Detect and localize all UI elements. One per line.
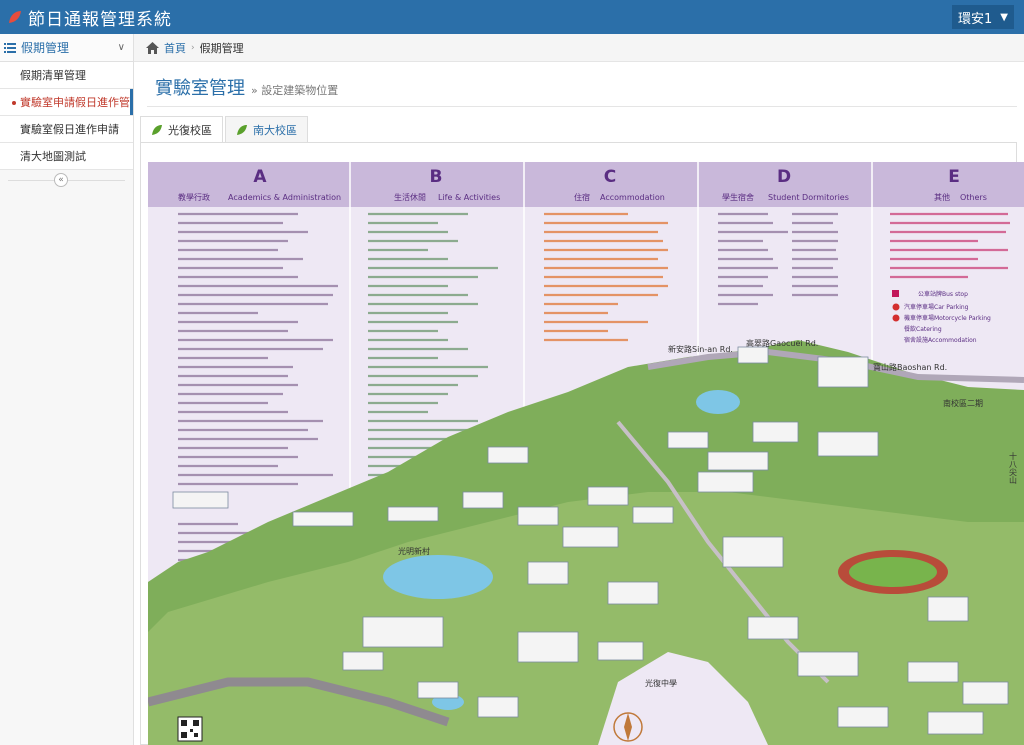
- sidebar-item-label: 清大地圖測試: [20, 150, 86, 163]
- page-title: 實驗室管理 » 設定建築物位置: [155, 74, 338, 100]
- road-label-baoshan: 寶山路Baoshan Rd.: [873, 362, 947, 372]
- tab-label: 南大校區: [253, 123, 297, 137]
- column-title-c: 住宿: [574, 192, 590, 202]
- leaf-icon: [9, 11, 21, 23]
- column-title-d: 學生宿舍: [722, 192, 754, 202]
- sidebar-item-label: 實驗室假日進作申請: [20, 123, 119, 136]
- user-name: 環安1: [958, 11, 993, 27]
- leaf-icon: [237, 124, 247, 135]
- divider: [147, 106, 1017, 107]
- page-subtitle: » 設定建築物位置: [251, 84, 339, 97]
- top-navbar: 節日通報管理系統 環安1 ▼: [0, 0, 1024, 34]
- breadcrumb-home[interactable]: 首頁: [164, 40, 186, 56]
- sidebar-item-holiday-list[interactable]: 假期清單管理: [0, 62, 133, 89]
- column-title-d-en: Student Dormitories: [768, 193, 849, 202]
- legend-catering: 餐飲Catering: [904, 325, 942, 333]
- column-title-a: 教學行政: [178, 192, 210, 202]
- home-icon: [146, 41, 159, 54]
- breadcrumb-separator: ›: [191, 42, 195, 53]
- column-letter-d: D: [777, 167, 791, 187]
- sidebar-item-label: 假期清單管理: [20, 69, 86, 82]
- map-label-south-campus: 南校區二期: [943, 398, 983, 408]
- campus-tabs: 光復校區 南大校區: [140, 116, 310, 143]
- sidebar-group-holiday[interactable]: 假期管理 ∨: [0, 34, 133, 62]
- tab-label: 光復校區: [168, 123, 212, 137]
- app-brand[interactable]: 節日通報管理系統: [8, 5, 172, 30]
- tab-nanda[interactable]: 南大校區: [225, 116, 308, 143]
- sidebar-group-label: 假期管理: [21, 41, 70, 55]
- qr-code: [177, 716, 203, 742]
- chevron-down-icon: ∨: [117, 42, 125, 53]
- road-label-gaocuei: 高翠路Gaocuei Rd.: [746, 338, 818, 348]
- legend-accommodation: 宿舍設施Accommodation: [904, 336, 977, 344]
- leaf-icon: [152, 124, 162, 135]
- column-title-b-en: Life & Activities: [438, 193, 500, 202]
- column-letter-b: B: [430, 167, 443, 187]
- sidebar-item-label: 實驗室申請假日進作管理: [20, 96, 133, 109]
- caret-down-icon: ▼: [1000, 11, 1008, 23]
- campus-map[interactable]: A B C D E 教學行政 Academics & Administratio…: [148, 162, 1024, 745]
- campus-map-graphic: A B C D E 教學行政 Academics & Administratio…: [148, 162, 1024, 745]
- column-letter-a: A: [253, 167, 267, 187]
- app-title: 節日通報管理系統: [28, 9, 172, 30]
- column-title-b: 生活休閒: [394, 192, 426, 202]
- map-label-school: 光復中學: [645, 678, 677, 688]
- user-menu[interactable]: 環安1 ▼: [952, 5, 1014, 29]
- road-label-sinan: 新安路Sin-an Rd.: [668, 344, 733, 354]
- column-letter-c: C: [604, 167, 616, 187]
- collapse-icon[interactable]: «: [54, 173, 68, 187]
- page-title-text: 實驗室管理: [155, 78, 245, 99]
- breadcrumb-current: 假期管理: [199, 41, 244, 55]
- sidebar-collapse: «: [0, 170, 133, 190]
- column-letter-e: E: [948, 167, 960, 187]
- tab-guangfu[interactable]: 光復校區: [140, 116, 223, 143]
- breadcrumb: 首頁 › 假期管理: [134, 34, 1024, 62]
- legend-motorcycle-parking: 機車停車場Motorcycle Parking: [904, 314, 991, 322]
- sidebar-item-lab-application[interactable]: 實驗室假日進作申請: [0, 116, 133, 143]
- column-title-c-en: Accommodation: [600, 193, 665, 202]
- column-title-e-en: Others: [960, 193, 987, 202]
- sidebar-item-map-test[interactable]: 清大地圖測試: [0, 143, 133, 170]
- column-title-e: 其他: [934, 192, 950, 202]
- column-title-a-en: Academics & Administration: [228, 193, 341, 202]
- sidebar-item-lab-application-management[interactable]: 實驗室申請假日進作管理: [0, 89, 133, 116]
- map-label-village: 光明新村: [398, 546, 430, 556]
- map-label-mountain: 十八尖山: [1009, 451, 1018, 485]
- sidebar: 假期管理 ∨ 假期清單管理 實驗室申請假日進作管理 實驗室假日進作申請 清大地圖…: [0, 34, 134, 745]
- legend-car-parking: 汽車停車場Car Parking: [904, 303, 969, 311]
- list-icon: [4, 42, 16, 53]
- legend-bus-stop: 公車站牌Bus stop: [918, 290, 968, 298]
